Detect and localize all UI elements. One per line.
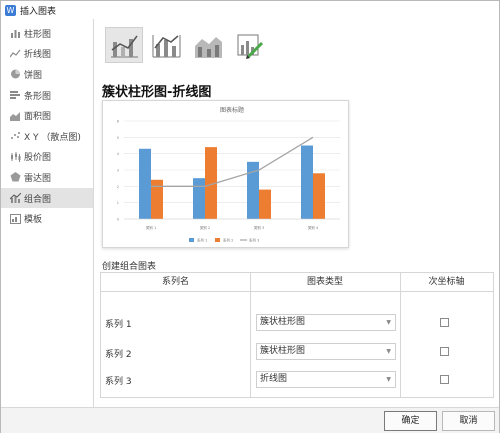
sidebar-item-column[interactable]: 柱形图 (1, 23, 93, 44)
bar-系列-2 (259, 189, 271, 219)
variant-stacked-area-column[interactable] (189, 27, 227, 63)
series-1-name: 系列 1 (105, 320, 132, 330)
x-tick-label: 类别 1 (146, 225, 156, 230)
sidebar-item-stock[interactable]: 股价图 (1, 147, 93, 168)
series-3-secondary-checkbox[interactable] (440, 375, 449, 384)
sidebar-item-label: 柱形图 (24, 29, 52, 40)
clustered-column-line-icon (111, 35, 138, 58)
column-chart-icon (11, 30, 20, 39)
combo-variant-gallery (105, 27, 269, 63)
x-tick-label: 类别 3 (254, 225, 264, 230)
stacked-area-column-icon (195, 37, 222, 58)
sidebar-item-template[interactable]: 模板 (1, 208, 93, 229)
series-2-secondary-checkbox[interactable] (440, 347, 449, 356)
sidebar-item-label: X Y （散点图) (24, 132, 81, 143)
series-3-type-select[interactable]: 折线图 ▼ (256, 371, 396, 388)
pie-chart-icon (11, 69, 20, 79)
col-header-chart-type: 图表类型 (250, 273, 400, 292)
series-config-table: 系列名 图表类型 次坐标轴 系列 1 簇状柱形图 ▼ 系列 2 簇状柱形图 ▼ 系列… (100, 272, 494, 398)
sidebar-item-radar[interactable]: 雷达图 (1, 167, 93, 188)
dialog-footer: 确定 取消 (1, 407, 499, 433)
combo-chart: 图表标题 0 1 2 3 4 5 6 类别 1 类别 2 类别 3 类别 4 系列 1 系列 2 系列 3 (117, 106, 340, 243)
bar-系列-2 (151, 179, 163, 219)
dialog-title: 插入图表 (20, 6, 57, 17)
y-tick-label: 6 (117, 120, 119, 124)
chevron-down-icon: ▼ (386, 376, 391, 383)
column-line-secondary-axis-icon (152, 35, 181, 58)
x-tick-label: 类别 4 (308, 225, 319, 230)
sidebar-item-scatter[interactable]: X Y （散点图) (1, 126, 93, 147)
sidebar-item-area[interactable]: 面积图 (1, 105, 93, 126)
sidebar-item-label: 股价图 (24, 153, 52, 164)
sidebar-item-label: 折线图 (24, 50, 52, 61)
insert-chart-dialog: W 插入图表 柱形图 折线图 饼图 条形图 面积图 X Y （散点图) 股价图 … (0, 0, 500, 433)
col-header-secondary-axis: 次坐标轴 (400, 273, 493, 292)
column-divider (400, 273, 401, 397)
create-combo-label: 创建组合图表 (102, 262, 157, 272)
chevron-down-icon: ▼ (386, 319, 391, 326)
sidebar-item-label: 面积图 (24, 112, 52, 123)
y-tick-label: 5 (117, 136, 119, 140)
legend-label: 系列 1 (197, 238, 207, 243)
legend-swatch (215, 238, 220, 242)
series-1-secondary-checkbox[interactable] (440, 318, 449, 327)
sidebar-item-label: 雷达图 (24, 173, 52, 184)
sidebar-item-label: 模板 (24, 215, 43, 226)
sidebar-item-combo[interactable]: 组合图 (1, 187, 93, 209)
custom-combo-pencil-icon (237, 34, 264, 59)
sidebar-item-label: 饼图 (24, 70, 43, 81)
series-3-name: 系列 3 (105, 377, 132, 387)
title-bar: W 插入图表 (1, 1, 499, 19)
bar-系列-1 (301, 145, 313, 219)
chart-variant-title: 簇状柱形图-折线图 (102, 85, 212, 100)
x-tick-label: 类别 2 (200, 225, 210, 230)
variant-custom-combination[interactable] (231, 27, 269, 63)
sidebar-item-pie[interactable]: 饼图 (1, 64, 93, 85)
chart-type-sidebar: 柱形图 折线图 饼图 条形图 面积图 X Y （散点图) 股价图 雷达图 组合图… (1, 19, 94, 407)
y-tick-label: 0 (117, 218, 119, 222)
column-divider (250, 273, 251, 397)
y-tick-label: 3 (117, 169, 119, 173)
wps-app-icon: W (5, 4, 16, 16)
combo-chart-icon (10, 193, 21, 204)
select-value: 簇状柱形图 (260, 346, 306, 356)
series-1-type-select[interactable]: 簇状柱形图 ▼ (256, 314, 396, 331)
area-chart-icon (10, 111, 20, 121)
variant-column-line-secondary[interactable] (147, 27, 185, 63)
sidebar-item-label: 组合图 (24, 194, 52, 205)
select-value: 簇状柱形图 (260, 317, 306, 327)
cancel-button[interactable]: 取消 (442, 411, 495, 431)
line-chart-icon (10, 49, 21, 58)
ok-button[interactable]: 确定 (384, 411, 437, 431)
bar-chart-icon (10, 91, 20, 100)
legend-label: 系列 3 (249, 238, 259, 243)
legend-label: 系列 2 (223, 238, 233, 243)
bar-系列-1 (139, 148, 151, 219)
bar-系列-2 (313, 173, 325, 219)
radar-chart-icon (10, 172, 21, 182)
chevron-down-icon: ▼ (386, 348, 391, 355)
series-2-type-select[interactable]: 簇状柱形图 ▼ (256, 343, 396, 360)
stock-chart-icon (11, 151, 21, 162)
chart-title: 图表标题 (220, 106, 244, 114)
main-panel: 簇状柱形图-折线图 图表标题 0 1 2 3 4 5 6 类别 1 类别 2 类别 3 类别 4 系列 … (95, 19, 499, 407)
template-icon (10, 213, 21, 224)
variant-clustered-column-line[interactable] (105, 27, 143, 63)
col-header-series-name: 系列名 (101, 273, 250, 292)
sidebar-item-label: 条形图 (24, 91, 52, 102)
bar-系列-1 (193, 178, 205, 219)
series-2-name: 系列 2 (105, 350, 132, 360)
sidebar-item-bar[interactable]: 条形图 (1, 85, 93, 106)
y-tick-label: 1 (117, 201, 119, 205)
y-tick-label: 2 (117, 185, 119, 189)
sidebar-item-line[interactable]: 折线图 (1, 44, 93, 65)
line-系列-3 (151, 136, 314, 187)
legend-swatch (189, 238, 194, 242)
y-tick-label: 4 (117, 152, 120, 156)
scatter-chart-icon (11, 132, 20, 140)
chart-preview: 图表标题 0 1 2 3 4 5 6 类别 1 类别 2 类别 3 类别 4 系列 1 系列 2 系列 3 (102, 100, 349, 248)
select-value: 折线图 (260, 374, 288, 384)
